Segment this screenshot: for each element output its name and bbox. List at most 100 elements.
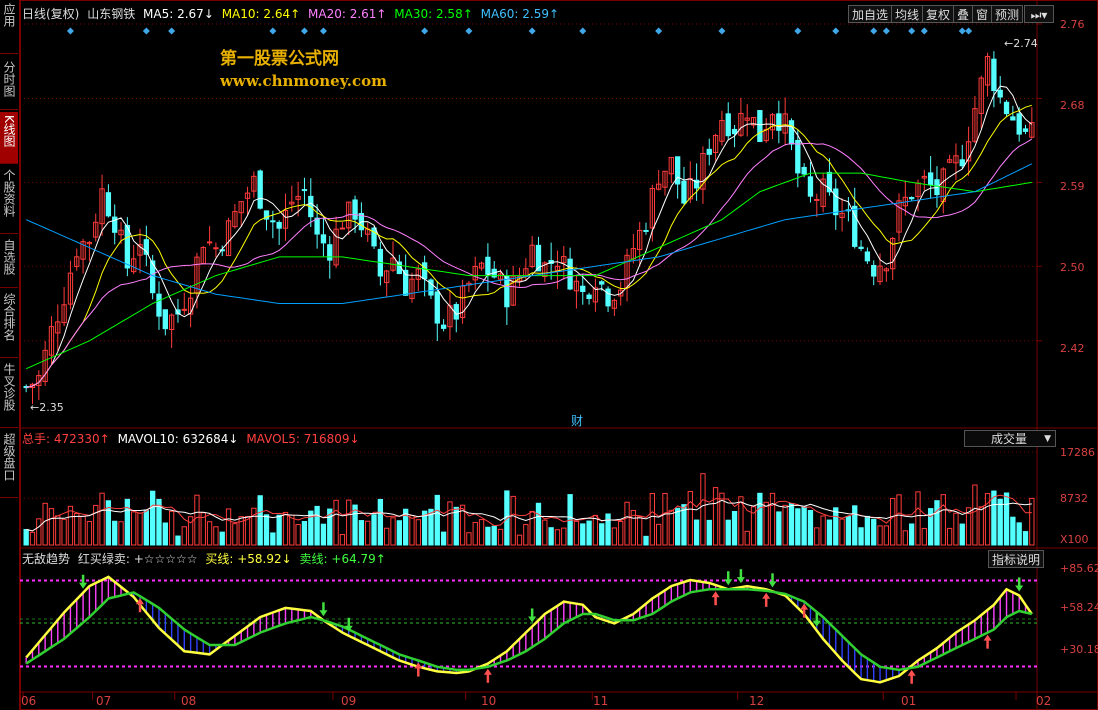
volume-bar [377, 498, 384, 546]
volume-bar [194, 494, 200, 546]
candle-body [124, 224, 131, 269]
volume-bar [225, 508, 232, 546]
candle-body [181, 308, 187, 311]
volume-bar [263, 514, 270, 546]
volume-bar [168, 510, 175, 546]
month-label: 12 [749, 694, 765, 708]
volume-bar [852, 505, 858, 546]
sidebar-item-stock-profile[interactable]: 个股资料 [0, 166, 18, 234]
month-label: 10 [481, 694, 497, 708]
volume-bar [131, 511, 137, 546]
sidebar-item-label: 自选股 [2, 239, 16, 275]
sidebar-item-apps[interactable]: 应用 [0, 0, 18, 54]
event-diamond [870, 27, 878, 35]
finance-marker[interactable]: 财 [571, 413, 583, 429]
volume-bar [384, 527, 390, 546]
volume-bar [55, 515, 61, 546]
sidebar-item-diagnosis[interactable]: 牛叉诊股 [0, 360, 18, 428]
volume-bar [219, 531, 225, 546]
sidebar-item-ranking[interactable]: 综合排名 [0, 290, 18, 358]
indicator-buy: 买线: +58.92↓ [205, 552, 292, 566]
volume-bar [181, 526, 187, 546]
sidebar-item-super-board[interactable]: 超级盘口 [0, 430, 18, 498]
volume-bar [1016, 522, 1022, 546]
volume-bar [289, 514, 295, 546]
candle-body [706, 148, 712, 155]
event-diamond [528, 27, 536, 35]
candle-body [421, 262, 428, 280]
candle-body [909, 197, 915, 200]
volume-bar [580, 523, 586, 546]
volume-bar [820, 515, 826, 546]
volume-indicator-select[interactable]: 成交量 ▼ [964, 430, 1056, 447]
low-value: 2.35 [39, 401, 64, 414]
event-diamond [142, 27, 150, 35]
sidebar-item-label: 超级盘口 [2, 433, 16, 481]
volume-bar [618, 520, 624, 546]
mavol5-value: MAVOL5: 716809↓ [246, 432, 360, 446]
volume-bar [93, 504, 99, 546]
volume-bar [48, 508, 55, 546]
volume-bar [909, 523, 915, 546]
volume-bar [548, 527, 554, 546]
volume-bar [415, 519, 421, 546]
main-header: 日线(复权) 山东钢铁 MA5: 2.67↓ MA10: 2.64↑ MA20:… [22, 6, 559, 22]
avg-line-button[interactable]: 均线 [891, 5, 924, 23]
volume-bar [959, 523, 965, 546]
candle-body [580, 285, 586, 293]
ma60-line [25, 163, 1033, 304]
sell-arrow-head [79, 582, 88, 589]
price-tick: 2.50 [1060, 261, 1085, 274]
volume-bar [86, 521, 93, 546]
candle-body [681, 180, 687, 204]
chart-svg[interactable] [20, 0, 1098, 710]
candle-body [440, 324, 447, 329]
candle-body [485, 256, 491, 275]
event-diamond [655, 27, 663, 35]
volume-bar [472, 521, 478, 546]
candle-body [301, 189, 308, 192]
volume-bar [845, 516, 852, 546]
indicator-help-button[interactable]: 指标说明 [988, 550, 1045, 568]
forecast-button[interactable]: 预测 [991, 5, 1024, 23]
sidebar-item-kline[interactable]: K线图 [0, 112, 18, 164]
add-watch-button[interactable]: 加自选 [848, 5, 893, 23]
candle-body [1022, 128, 1029, 132]
indicator-sell: 卖线: +64.79↑ [299, 552, 386, 566]
candle-body [858, 246, 864, 249]
volume-tick: 17286 [1060, 446, 1095, 459]
ma60-value: MA60: 2.59↑ [480, 7, 560, 21]
sidebar-item-label: 应用 [2, 3, 16, 27]
event-diamond [66, 27, 74, 35]
sidebar-item-intraday[interactable]: 分时图 [0, 58, 18, 110]
volume-bar [118, 521, 124, 546]
volume-bar [656, 523, 662, 546]
volume-bar [74, 513, 80, 546]
high-value: 2.74 [1013, 37, 1038, 50]
event-diamond [319, 27, 327, 35]
volume-bar [542, 519, 548, 546]
restore-right-button[interactable]: 复权 [922, 5, 955, 23]
volume-bar [365, 520, 371, 546]
stock-name: 山东钢铁 [87, 7, 136, 21]
volume-header: 总手: 472330↑ MAVOL10: 632684↓ MAVOL5: 716… [22, 431, 360, 447]
volume-bar [36, 518, 42, 546]
volume-bar [946, 527, 953, 546]
window-button[interactable]: 窗 [972, 5, 993, 23]
month-label: 07 [96, 694, 112, 708]
volume-bar [953, 512, 959, 546]
volume-bar [934, 500, 940, 546]
volume-bar [788, 503, 795, 546]
volume-bar [864, 515, 871, 546]
sidebar-item-label: 分时图 [2, 61, 16, 97]
volume-bar [731, 510, 738, 546]
volume-bar [978, 506, 984, 546]
sidebar-item-watchlist[interactable]: 自选股 [0, 236, 18, 288]
sidebar: 应用 分时图 K线图 个股资料 自选股 综合排名 牛叉诊股 超级盘口 [0, 0, 20, 710]
volume-bar [346, 499, 352, 546]
price-tick: 2.76 [1060, 18, 1085, 31]
menu-button[interactable]: ⏭▾ [1024, 5, 1054, 23]
event-diamond [269, 27, 277, 35]
overlay-button[interactable]: 叠 [953, 5, 974, 23]
event-diamond [465, 27, 473, 35]
